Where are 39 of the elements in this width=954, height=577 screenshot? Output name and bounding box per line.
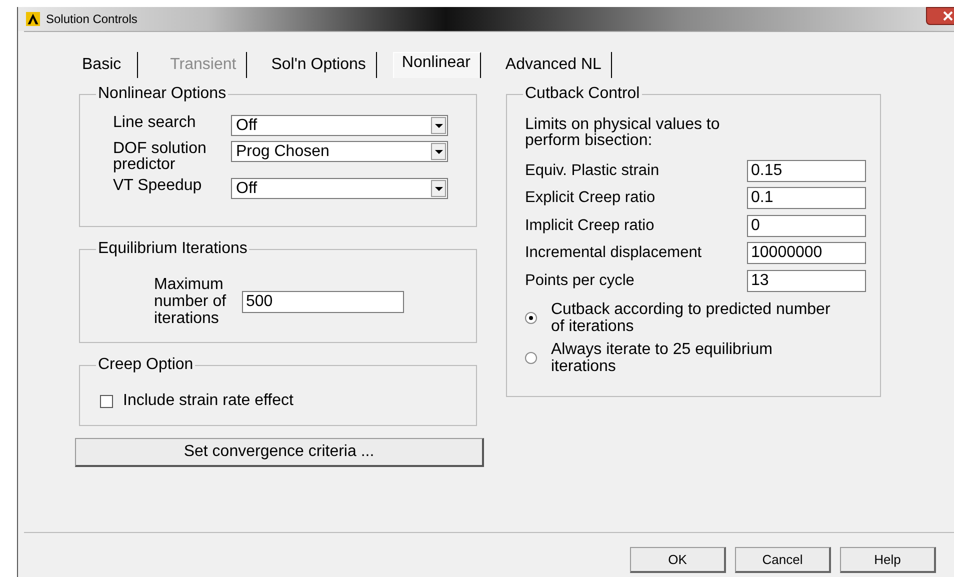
field-label: DOF solution predictor bbox=[113, 141, 208, 173]
input-field[interactable]: 13 bbox=[747, 270, 866, 292]
tab[interactable]: Advanced NL bbox=[497, 52, 612, 78]
input-field[interactable]: 0.1 bbox=[747, 187, 866, 210]
field-label: Explicit Creep ratio bbox=[525, 189, 656, 208]
group-title: Equilibrium Iterations bbox=[96, 240, 250, 258]
group-title: Nonlinear Options bbox=[96, 85, 228, 103]
tab[interactable]: Sol'n Options bbox=[263, 52, 377, 78]
logo-icon bbox=[26, 12, 40, 26]
group-title: Creep Option bbox=[96, 356, 196, 374]
dialog-button[interactable]: OK bbox=[630, 547, 726, 573]
dialog-button[interactable]: Help bbox=[840, 547, 936, 573]
input-field[interactable]: 0.15 bbox=[747, 160, 866, 182]
checkbox-label: Include strain rate effect bbox=[123, 392, 294, 410]
dropdown[interactable]: Prog Chosen bbox=[231, 141, 448, 162]
dialog-button[interactable]: Cancel bbox=[735, 547, 831, 573]
tab[interactable]: Basic bbox=[74, 52, 138, 78]
input-field[interactable]: 10000000 bbox=[747, 242, 866, 264]
field-label: Maximum number of iterations bbox=[154, 276, 228, 327]
checkbox[interactable] bbox=[100, 394, 113, 408]
tab[interactable]: Nonlinear bbox=[392, 52, 482, 78]
convergence-button[interactable]: Set convergence criteria ... bbox=[75, 438, 484, 467]
radio-button[interactable] bbox=[525, 312, 537, 324]
radio-button[interactable] bbox=[525, 352, 537, 364]
dropdown[interactable]: Off bbox=[231, 115, 448, 136]
field-label: VT Speedup bbox=[113, 178, 203, 194]
description-text: Limits on physical values to perform bisection: bbox=[525, 117, 721, 149]
input-field[interactable]: 0 bbox=[747, 214, 866, 237]
radio-label: Cutback according to predicted number of iterations bbox=[551, 300, 832, 334]
window-title: Solution Controls bbox=[46, 12, 138, 26]
field-label: Points per cycle bbox=[525, 272, 634, 290]
field-label: Equiv. Plastic strain bbox=[525, 162, 660, 180]
dropdown[interactable]: Off bbox=[231, 178, 448, 199]
field-label: Implicit Creep ratio bbox=[525, 216, 654, 235]
field-label: Line search bbox=[113, 115, 197, 131]
radio-label: Always iterate to 25 equilibrium iterations bbox=[551, 340, 774, 374]
input-field[interactable]: 500 bbox=[242, 290, 404, 312]
field-label: Incremental displacement bbox=[525, 244, 702, 262]
close-icon bbox=[943, 11, 953, 21]
